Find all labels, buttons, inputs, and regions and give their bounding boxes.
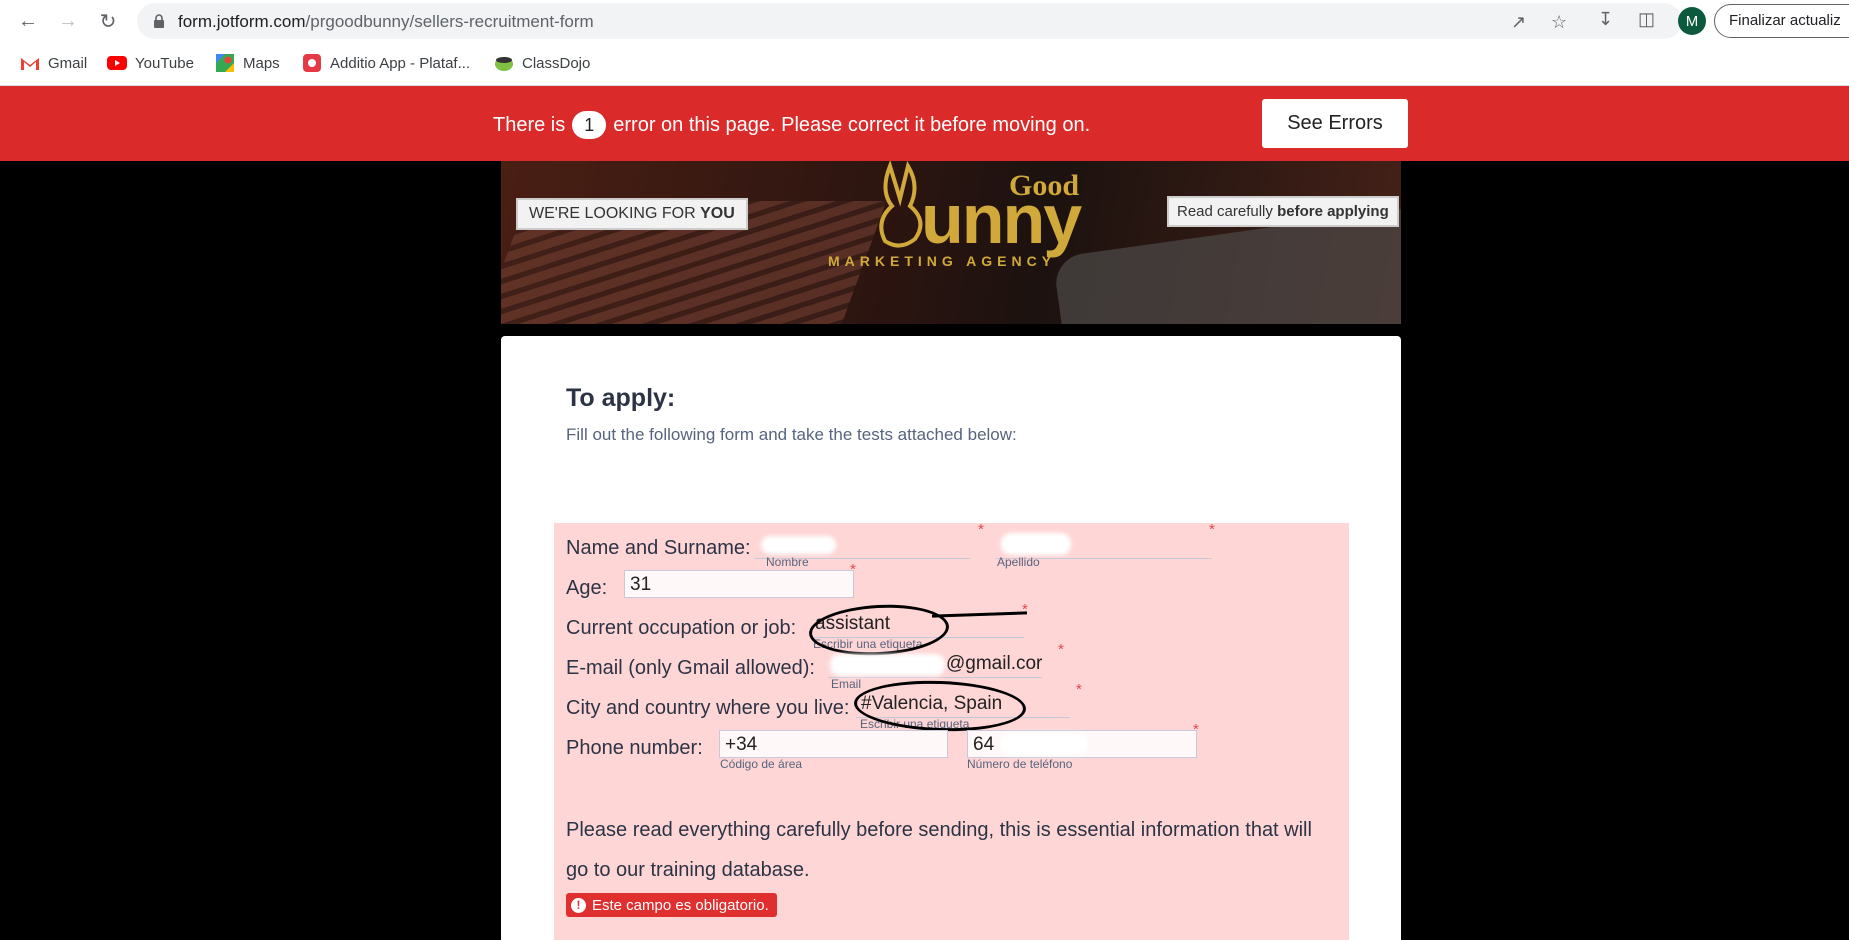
maps-icon [216,54,234,72]
read-carefully-tag: Read carefully before applying [1167,196,1399,227]
bookmark-classdojo[interactable]: ClassDojo [494,54,590,72]
area-code-input[interactable]: +34 [719,730,948,758]
area-code-sublabel: Código de área [720,757,803,771]
header-banner-image: WE'RE LOOKING FOR YOU Good unny MARKETIN… [501,161,1401,324]
bookmark-star-icon[interactable]: ☆ [1551,12,1567,33]
form-title: To apply: [566,384,676,412]
browser-toolbar: ← → ↻ form.jotform.com/prgoodbunny/selle… [0,0,1849,42]
url-text: form.jotform.com/prgoodbunny/sellers-rec… [178,12,594,31]
required-star: * [1209,521,1215,538]
redaction [1000,733,1088,755]
classdojo-icon [495,57,513,71]
age-input[interactable]: 31 [624,570,854,598]
name-label: Name and Surname: [566,537,751,559]
occupation-label: Current occupation or job: [566,617,797,639]
redaction [1001,533,1071,555]
bookmark-maps[interactable]: Maps [215,54,280,72]
required-field-error: ! Este campo es obligatorio. [566,893,777,917]
see-errors-button[interactable]: See Errors [1262,99,1408,148]
last-name-sublabel: Apellido [997,555,1040,569]
error-banner: There is 1 error on this page. Please co… [0,86,1849,161]
required-star: * [1058,641,1064,658]
download-icon[interactable]: ↧ [1598,9,1613,30]
redaction [761,536,836,554]
first-name-sublabel: Nombre [766,555,809,569]
required-star: * [978,521,984,538]
logo-agency-text: MARKETING AGENCY [828,253,1057,269]
required-star: * [850,561,856,578]
gmail-icon [21,58,39,70]
error-message: There is 1 error on this page. Please co… [493,111,1090,139]
alert-icon: ! [571,897,586,913]
redaction [830,654,945,676]
bookmark-gmail[interactable]: Gmail [20,54,87,72]
email-visible-text: @gmail.cor [946,653,1043,674]
youtube-icon [107,56,127,70]
city-label: City and country where you live: [566,697,850,719]
required-star: * [1076,681,1082,698]
reload-icon[interactable]: ↻ [96,9,120,33]
bookmark-youtube[interactable]: YouTube [107,54,194,72]
email-sublabel: Email [831,677,862,691]
phone-label: Phone number: [566,737,703,759]
avatar[interactable]: M [1678,7,1706,35]
lock-icon [154,14,164,28]
required-star: * [1193,721,1199,738]
email-label: E-mail (only Gmail allowed): [566,657,815,679]
logo-bunny-text: unny [921,180,1082,258]
back-icon[interactable]: ← [16,9,40,33]
error-count-badge: 1 [572,111,607,139]
required-star: * [1022,601,1028,618]
error-field-group: Name and Surname: Nombre * Apellido * Ag… [554,521,1349,940]
looking-for-you-tag: WE'RE LOOKING FOR YOU [516,198,748,230]
address-bar[interactable]: form.jotform.com/prgoodbunny/sellers-rec… [137,3,1682,39]
share-icon[interactable]: ↗ [1511,12,1526,33]
additio-icon [303,54,321,72]
form-card: To apply: Fill out the following form an… [501,336,1401,940]
bookmarks-bar: Gmail YouTube Maps Additio App - Plataf.… [0,42,1849,86]
form-subtitle: Fill out the following form and take the… [566,425,1017,444]
finalize-update-button[interactable]: Finalizar actualiz [1714,4,1849,38]
instructions-paragraph: Please read everything carefully before … [566,819,1312,881]
side-panel-icon[interactable]: ◫ [1638,9,1655,30]
age-label: Age: [566,577,608,599]
phone-number-sublabel: Número de teléfono [967,757,1073,771]
bookmark-additio[interactable]: Additio App - Plataf... [302,54,470,72]
forward-icon[interactable]: → [56,9,80,33]
